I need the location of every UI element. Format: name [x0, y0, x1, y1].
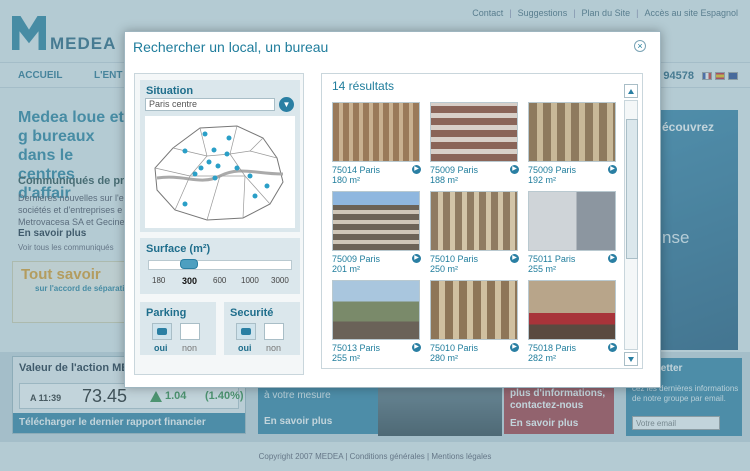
arrow-right-icon[interactable]: ▶ — [510, 254, 519, 263]
result-city[interactable]: 75014 Paris — [332, 165, 380, 175]
parking-filter: Parking oui non — [140, 302, 216, 355]
result-area: 255 m² — [332, 353, 361, 363]
result-city[interactable]: 75013 Paris — [332, 343, 380, 353]
result-area: 255 m² — [528, 264, 557, 274]
building-photo[interactable] — [332, 102, 420, 162]
search-modal: Rechercher un local, un bureau × Situati… — [124, 31, 661, 388]
building-photo[interactable] — [430, 280, 518, 340]
result-city[interactable]: 75011 Paris — [528, 254, 575, 264]
result-city[interactable]: 75009 Paris — [430, 165, 478, 175]
result-city[interactable]: 75010 Paris — [430, 343, 478, 353]
arrow-right-icon[interactable]: ▶ — [608, 343, 617, 352]
securite-no-toggle[interactable] — [264, 323, 284, 340]
scroll-track[interactable] — [624, 100, 638, 350]
parking-no-label: non — [182, 343, 198, 353]
result-area: 280 m² — [430, 353, 459, 363]
result-area: 192 m² — [528, 175, 557, 185]
result-city[interactable]: 75018 Paris — [528, 343, 576, 353]
situation-label: Situation — [146, 85, 194, 97]
arrow-right-icon[interactable]: ▶ — [412, 343, 421, 352]
parking-no-toggle[interactable] — [180, 323, 200, 340]
securite-label: Securité — [230, 307, 274, 319]
securite-no-label: non — [266, 343, 282, 353]
results-count: 14 résultats — [332, 79, 395, 93]
building-photo[interactable] — [528, 280, 616, 340]
result-area: 180 m² — [332, 175, 361, 185]
filters-panel: Situation Paris centre ▼ Surface (m²) 18… — [134, 73, 304, 375]
scroll-down-icon[interactable] — [624, 352, 638, 366]
arrow-right-icon[interactable]: ▶ — [608, 254, 617, 263]
scroll-up-icon[interactable] — [624, 84, 638, 98]
result-city[interactable]: 75010 Paris — [430, 254, 478, 264]
result-city[interactable]: 75009 Paris — [332, 254, 380, 264]
securite-filter: Securité oui non — [224, 302, 300, 355]
surface-tick-selected: 300 — [182, 276, 198, 286]
result-area: 282 m² — [528, 353, 557, 363]
surface-filter: Surface (m²) 180 300 600 1000 3000 — [140, 238, 300, 294]
arrow-right-icon[interactable]: ▶ — [412, 165, 421, 174]
building-photo[interactable] — [332, 280, 420, 340]
chevron-down-icon[interactable]: ▼ — [279, 97, 294, 112]
parking-yes-toggle[interactable] — [152, 323, 172, 340]
building-photo[interactable] — [430, 191, 518, 251]
result-area: 188 m² — [430, 175, 459, 185]
paris-map[interactable] — [145, 116, 295, 228]
scroll-thumb[interactable] — [626, 119, 638, 259]
surface-slider-track[interactable] — [148, 260, 292, 270]
arrow-right-icon[interactable]: ▶ — [608, 165, 617, 174]
results-panel: 14 résultats 75014 Paris 180 m² ▶ 75009 … — [321, 73, 643, 369]
results-grid: 75014 Paris 180 m² ▶ 75009 Paris 188 m² … — [332, 98, 622, 366]
parking-label: Parking — [146, 307, 187, 319]
surface-tick: 180 — [152, 276, 166, 285]
surface-label: Surface (m²) — [146, 243, 211, 255]
modal-title: Rechercher un local, un bureau — [133, 39, 329, 55]
arrow-right-icon[interactable]: ▶ — [510, 165, 519, 174]
result-area: 250 m² — [430, 264, 459, 274]
surface-slider-handle[interactable] — [180, 259, 198, 269]
result-city[interactable]: 75009 Paris — [528, 165, 576, 175]
securite-yes-toggle[interactable] — [236, 323, 256, 340]
close-icon[interactable]: × — [634, 40, 646, 52]
parking-yes-label: oui — [154, 343, 168, 353]
arrow-right-icon[interactable]: ▶ — [510, 343, 519, 352]
building-photo[interactable] — [528, 102, 616, 162]
securite-yes-label: oui — [238, 343, 252, 353]
building-photo[interactable] — [528, 191, 616, 251]
situation-select[interactable]: Paris centre — [145, 98, 275, 111]
results-scrollbar[interactable] — [624, 84, 638, 366]
surface-tick: 1000 — [241, 276, 259, 285]
situation-filter: Situation Paris centre ▼ — [140, 80, 300, 232]
building-photo[interactable] — [430, 102, 518, 162]
arrow-right-icon[interactable]: ▶ — [412, 254, 421, 263]
surface-tick: 3000 — [271, 276, 289, 285]
result-area: 201 m² — [332, 264, 361, 274]
building-photo[interactable] — [332, 191, 420, 251]
surface-tick: 600 — [213, 276, 227, 285]
